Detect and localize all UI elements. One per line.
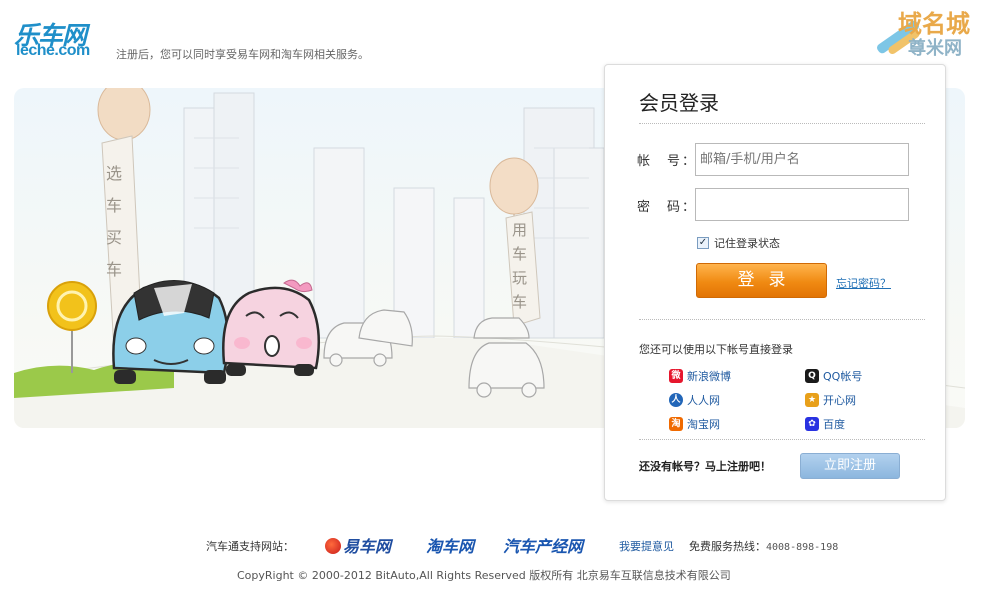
watermark-logo: 域名城 尊米网 <box>868 4 986 62</box>
social-label: 开心网 <box>823 394 856 407</box>
weibo-icon: 微 <box>669 369 683 383</box>
remember-checkbox[interactable]: ✓ <box>697 237 709 249</box>
social-login-qq[interactable]: Q QQ帐号 <box>805 368 862 384</box>
divider <box>639 439 925 440</box>
remember-me[interactable]: ✓ 记住登录状态 <box>697 235 780 251</box>
social-label: 人人网 <box>687 394 720 407</box>
social-login-baidu[interactable]: ✿ 百度 <box>805 416 845 432</box>
divider <box>639 123 925 124</box>
hotline-number: 4008-898-198 <box>766 542 839 553</box>
login-panel: 会员登录 帐 号： 密 码： ✓ 记住登录状态 登录 忘记密码？ 您还可以使用以… <box>604 64 946 501</box>
baidu-icon: ✿ <box>805 417 819 431</box>
remember-label: 记住登录状态 <box>714 237 780 250</box>
partner-taoche-link[interactable]: 淘车网 <box>426 533 474 557</box>
social-login-renren[interactable]: 人 人人网 <box>669 392 720 408</box>
social-label: 淘宝网 <box>687 418 720 431</box>
social-login-weibo[interactable]: 微 新浪微博 <box>669 368 731 384</box>
partners-label: 汽车通支持网站： <box>206 540 294 553</box>
partner-yiche-link[interactable]: 易车网 <box>325 533 391 557</box>
register-button[interactable]: 立即注册 <box>800 453 900 479</box>
login-title: 会员登录 <box>639 91 719 115</box>
account-label: 帐 号： <box>637 154 698 169</box>
social-label: 百度 <box>823 418 845 431</box>
kaixin-icon: ★ <box>805 393 819 407</box>
feedback-link[interactable]: 我要提意见 <box>619 538 674 554</box>
account-input[interactable] <box>695 143 909 176</box>
social-label: QQ帐号 <box>823 370 863 383</box>
yiche-logo-icon <box>325 538 341 554</box>
social-login-kaixin[interactable]: ★ 开心网 <box>805 392 856 408</box>
partner-autochanjing-link[interactable]: 汽车产经网 <box>503 533 583 557</box>
social-login-taobao[interactable]: 淘 淘宝网 <box>669 416 720 432</box>
divider <box>639 319 925 320</box>
logo-en-text: leche.com <box>16 42 90 59</box>
partner-name: 易车网 <box>343 537 392 556</box>
header-tagline: 注册后，您可以同时享受易车网和淘车网相关服务。 <box>116 48 369 61</box>
flag-right-text: 用车玩车 <box>512 221 528 311</box>
flag-left-text: 选车买车 <box>106 164 123 279</box>
leche-logo[interactable]: 乐车网 leche.com <box>14 20 104 62</box>
login-page: 乐车网 leche.com 注册后，您可以同时享受易车网和淘车网相关服务。 域名… <box>0 0 992 589</box>
renren-icon: 人 <box>669 393 683 407</box>
login-button[interactable]: 登录 <box>696 263 827 298</box>
forgot-password-link[interactable]: 忘记密码？ <box>836 275 891 291</box>
hotline: 免费服务热线：4008-898-198 <box>689 538 838 554</box>
watermark-line2: 尊米网 <box>908 38 962 59</box>
password-label: 密 码： <box>637 200 698 215</box>
social-label: 新浪微博 <box>687 370 731 383</box>
alt-login-text: 您还可以使用以下帐号直接登录 <box>639 343 793 356</box>
hotline-label: 免费服务热线： <box>689 540 766 553</box>
taobao-icon: 淘 <box>669 417 683 431</box>
password-input[interactable] <box>695 188 909 221</box>
register-prompt: 还没有帐号？马上注册吧！ <box>639 460 771 473</box>
copyright: CopyRight © 2000-2012 BitAuto,All Rights… <box>237 569 731 582</box>
qq-icon: Q <box>805 369 819 383</box>
